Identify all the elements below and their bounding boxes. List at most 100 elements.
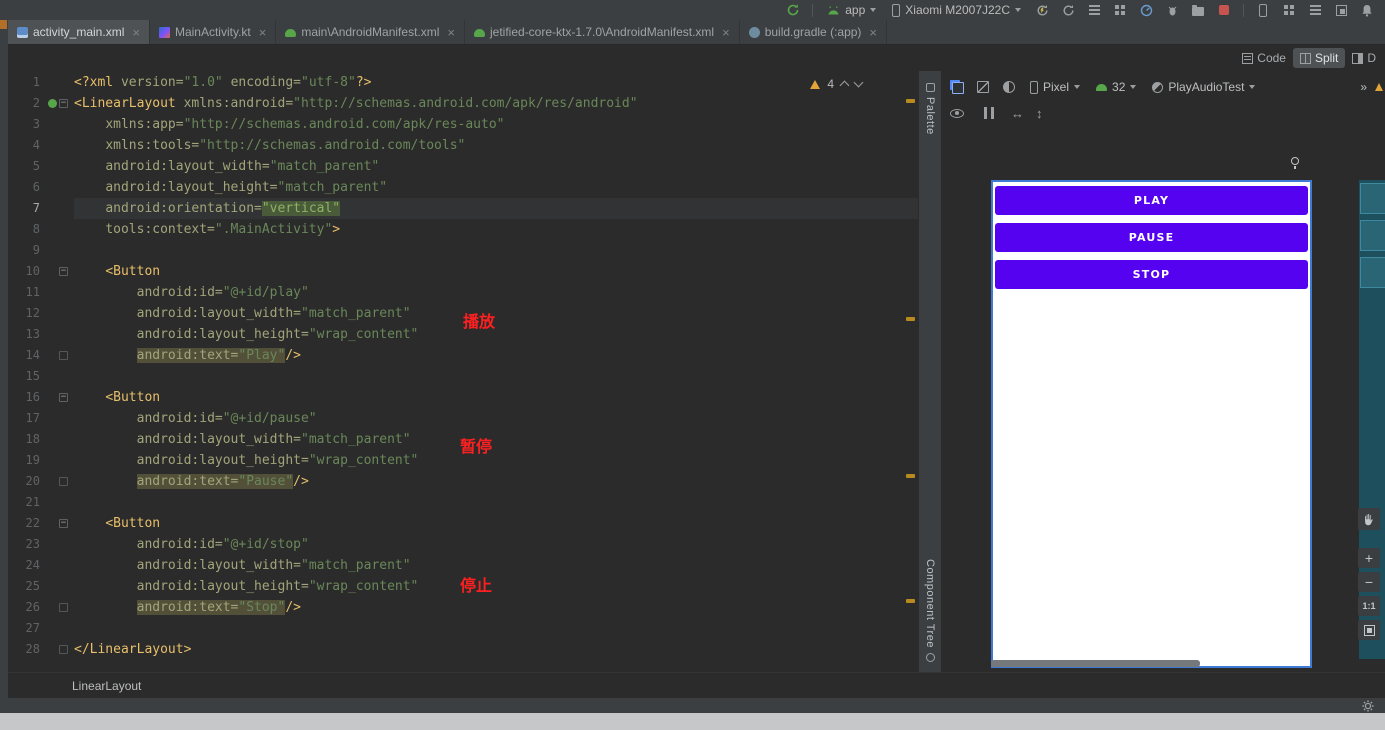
- error-stripe-mark[interactable]: [906, 599, 915, 603]
- code-line-16[interactable]: 16 − <Button: [8, 387, 918, 408]
- fold-end-icon[interactable]: [59, 477, 68, 486]
- zoom-in-icon[interactable]: +: [1358, 548, 1380, 568]
- pan-hand-icon[interactable]: [1358, 508, 1380, 530]
- zoom-out-icon[interactable]: −: [1358, 572, 1380, 592]
- fold-start-icon[interactable]: −: [59, 99, 68, 108]
- next-warning-icon[interactable]: [853, 77, 864, 88]
- code-line-28[interactable]: 28 </LinearLayout>: [8, 639, 918, 660]
- fold-end-icon[interactable]: [59, 603, 68, 612]
- run-configuration-dropdown[interactable]: app: [822, 1, 881, 19]
- close-tab-icon[interactable]: ×: [447, 26, 455, 39]
- view-mode-design[interactable]: D: [1345, 48, 1383, 68]
- gutter-android-icon[interactable]: [48, 99, 57, 108]
- code-line-10[interactable]: 10 − <Button: [8, 261, 918, 282]
- design-horizontal-scrollbar[interactable]: [991, 660, 1200, 667]
- logcat-icon[interactable]: [1305, 1, 1325, 19]
- close-tab-icon[interactable]: ×: [722, 26, 730, 39]
- close-tab-icon[interactable]: ×: [259, 26, 267, 39]
- preview-button-play[interactable]: PLAY: [995, 186, 1308, 215]
- breadcrumb[interactable]: LinearLayout: [72, 679, 141, 693]
- code-line-1[interactable]: 1 <?xml version="1.0" encoding="utf-8"?>: [8, 72, 918, 93]
- code-line-5[interactable]: 5 android:layout_width="match_parent": [8, 156, 918, 177]
- pan-vertical-icon[interactable]: ↕: [1036, 106, 1043, 121]
- layout-inspector-icon[interactable]: [1331, 1, 1351, 19]
- code-line-6[interactable]: 6 android:layout_height="match_parent": [8, 177, 918, 198]
- tab-build.gradle-app-[interactable]: build.gradle (:app) ×: [740, 20, 888, 44]
- code-line-2[interactable]: 2 − <LinearLayout xmlns:android="http://sc…: [8, 93, 918, 114]
- tab-MainActivity.kt[interactable]: MainActivity.kt ×: [150, 20, 277, 44]
- preview-button-stop[interactable]: STOP: [995, 260, 1308, 289]
- apply-changes-icon[interactable]: [1032, 1, 1052, 19]
- toolbar-overflow[interactable]: »: [1360, 80, 1367, 94]
- sdk-manager-icon[interactable]: [1110, 1, 1130, 19]
- preview-button-pause[interactable]: PAUSE: [995, 223, 1308, 252]
- settings-gear-icon[interactable]: [1358, 697, 1378, 715]
- blueprint-mode-icon[interactable]: [973, 78, 993, 96]
- profiler-icon[interactable]: [1136, 1, 1156, 19]
- error-stripe-mark[interactable]: [906, 474, 915, 478]
- stop-icon[interactable]: [1214, 1, 1234, 19]
- tool-stripe-marker[interactable]: [0, 20, 7, 29]
- split-view-icon: [1299, 52, 1311, 64]
- code-line-22[interactable]: 22 − <Button: [8, 513, 918, 534]
- night-mode-icon[interactable]: [999, 78, 1019, 96]
- theme-dropdown[interactable]: PlayAudioTest: [1147, 78, 1260, 96]
- close-tab-icon[interactable]: ×: [869, 26, 877, 39]
- apply-code-changes-icon[interactable]: [1058, 1, 1078, 19]
- tab-main-AndroidManifest.xml[interactable]: main\AndroidManifest.xml ×: [276, 20, 465, 44]
- inspections-widget[interactable]: 4: [810, 77, 864, 91]
- view-options-eye-icon[interactable]: [947, 104, 967, 122]
- device-manager-icon[interactable]: [1253, 1, 1273, 19]
- code-editor[interactable]: 1 <?xml version="1.0" encoding="utf-8"?> 2…: [8, 71, 918, 672]
- line-number: 6: [32, 180, 40, 194]
- api-version-dropdown[interactable]: 32: [1091, 78, 1141, 96]
- component-tree-tab[interactable]: Component Tree: [924, 559, 936, 662]
- attach-debugger-icon[interactable]: [1084, 1, 1104, 19]
- code-line-9[interactable]: 9: [8, 240, 918, 261]
- lightbulb-icon[interactable]: [1291, 157, 1299, 169]
- device-dropdown[interactable]: Xiaomi M2007J22C: [887, 1, 1026, 19]
- palette-tab[interactable]: Palette: [924, 83, 936, 135]
- code-line-23[interactable]: 23 android:id="@+id/stop": [8, 534, 918, 555]
- view-mode-code[interactable]: Code: [1235, 48, 1293, 68]
- error-stripe-mark[interactable]: [906, 317, 915, 321]
- code-line-3[interactable]: 3 xmlns:app="http://schemas.android.com/…: [8, 114, 918, 135]
- pan-horizontal-icon[interactable]: ↔: [1011, 106, 1024, 121]
- code-line-8[interactable]: 8 tools:context=".MainActivity">: [8, 219, 918, 240]
- fold-end-icon[interactable]: [59, 645, 68, 654]
- code-line-4[interactable]: 4 xmlns:tools="http://schemas.android.co…: [8, 135, 918, 156]
- view-mode-split[interactable]: Split: [1292, 48, 1346, 68]
- code-line-11[interactable]: 11 android:id="@+id/play": [8, 282, 918, 303]
- gutter: [42, 345, 74, 366]
- code-line-26[interactable]: 26 android:text="Stop"/>: [8, 597, 918, 618]
- debug-icon[interactable]: [1162, 1, 1182, 19]
- zoom-ratio-button[interactable]: 1:1: [1358, 596, 1380, 616]
- code-line-7[interactable]: 7 android:orientation="vertical": [8, 198, 918, 219]
- code-line-15[interactable]: 15: [8, 366, 918, 387]
- render-warning-icon[interactable]: [1375, 83, 1383, 91]
- device-file-explorer-icon[interactable]: [1188, 1, 1208, 19]
- zoom-to-fit-icon[interactable]: [1358, 620, 1380, 640]
- resource-manager-icon[interactable]: [1279, 1, 1299, 19]
- tab-jetified-core-ktx-1.7.0-AndroidManifest.xml[interactable]: jetified-core-ktx-1.7.0\AndroidManifest.…: [465, 20, 740, 44]
- preview-canvas[interactable]: PLAY PAUSE STOP: [991, 180, 1312, 668]
- error-stripe-mark[interactable]: [906, 99, 915, 103]
- code-line-27[interactable]: 27: [8, 618, 918, 639]
- notifications-icon[interactable]: [1357, 1, 1377, 19]
- previous-warning-icon[interactable]: [839, 80, 850, 91]
- sync-project-icon[interactable]: [783, 1, 803, 19]
- close-tab-icon[interactable]: ×: [132, 26, 140, 39]
- tab-activity-main.xml[interactable]: activity_main.xml ×: [8, 20, 150, 44]
- fold-start-icon[interactable]: −: [59, 393, 68, 402]
- fold-start-icon[interactable]: −: [59, 519, 68, 528]
- fold-end-icon[interactable]: [59, 351, 68, 360]
- design-surface-icon[interactable]: [947, 78, 967, 96]
- device-for-preview-dropdown[interactable]: Pixel: [1025, 78, 1085, 96]
- code-line-14[interactable]: 14 android:text="Play"/>: [8, 345, 918, 366]
- fold-start-icon[interactable]: −: [59, 267, 68, 276]
- layout-guides-icon[interactable]: [979, 104, 999, 122]
- code-line-20[interactable]: 20 android:text="Pause"/>: [8, 471, 918, 492]
- code-line-21[interactable]: 21: [8, 492, 918, 513]
- blueprint-button-block: [1360, 220, 1385, 251]
- code-line-17[interactable]: 17 android:id="@+id/pause": [8, 408, 918, 429]
